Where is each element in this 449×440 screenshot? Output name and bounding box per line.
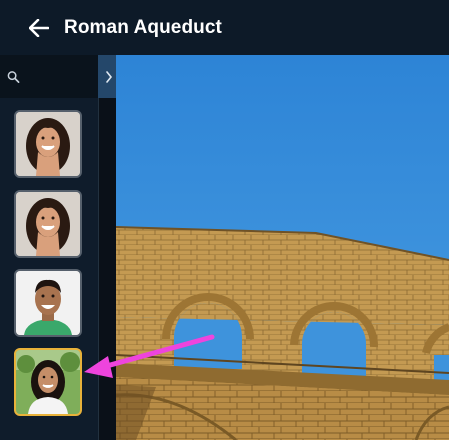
thumbnail-woman-curly-hair-2[interactable]: [14, 190, 82, 258]
back-button[interactable]: [27, 16, 51, 40]
thumbnail-woman-curly-hair-1[interactable]: [14, 110, 82, 178]
sidebar-divider: [98, 98, 117, 440]
arrow-left-icon: [29, 18, 49, 37]
main-photo-aqueduct: [116, 55, 449, 440]
aqueduct-image: [116, 55, 449, 440]
portrait-girl-image: [16, 350, 80, 414]
thumbnail-man-smiling[interactable]: [14, 269, 82, 337]
thumbnail-girl-outdoors[interactable]: [14, 348, 82, 416]
search-icon: [7, 70, 20, 83]
page-title: Roman Aqueduct: [64, 16, 222, 38]
portrait-man-image: [16, 271, 80, 335]
portrait-woman-image: [16, 192, 80, 256]
portrait-woman-image: [16, 112, 80, 176]
chevron-right-icon: [106, 70, 113, 83]
top-bar: Roman Aqueduct: [0, 0, 449, 55]
search-input[interactable]: [24, 68, 98, 85]
search-bar: [0, 55, 98, 98]
